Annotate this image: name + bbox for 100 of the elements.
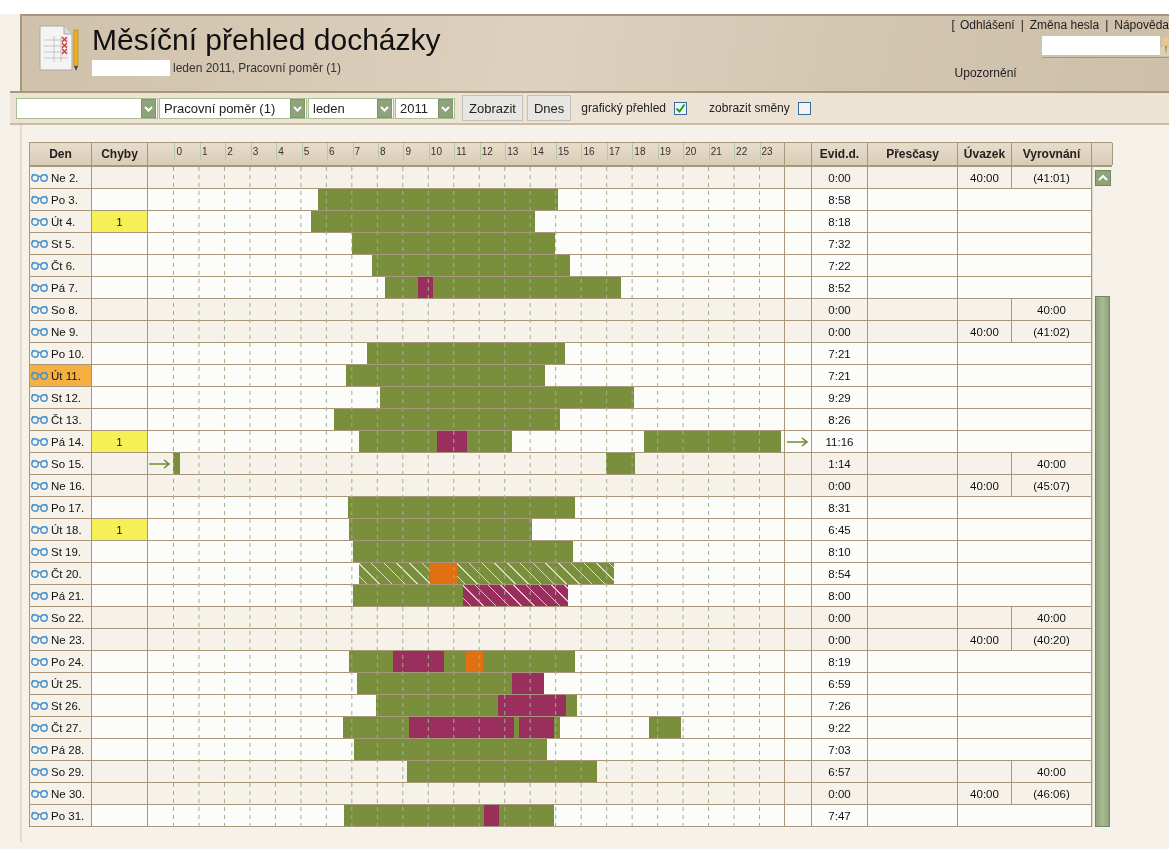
glasses-icon[interactable] <box>31 525 48 534</box>
column-header: Chyby <box>92 143 148 165</box>
glasses-icon[interactable] <box>31 547 48 556</box>
glasses-icon[interactable] <box>31 745 48 754</box>
day-cell[interactable]: Ne 23. <box>30 629 92 650</box>
scrollbar-thumb[interactable] <box>1095 296 1110 827</box>
day-label: Po 17. <box>51 501 85 514</box>
header-link[interactable]: Odhlášení <box>959 18 1015 32</box>
day-label: Ne 30. <box>51 787 85 800</box>
error-count: 1 <box>92 431 148 452</box>
header-link[interactable]: Změna hesla <box>1029 18 1100 32</box>
day-cell[interactable]: Čt 6. <box>30 255 92 276</box>
glasses-icon[interactable] <box>31 635 48 644</box>
table-cell: 8:31 <box>812 497 868 518</box>
glasses-icon[interactable] <box>31 723 48 732</box>
glasses-icon[interactable] <box>31 503 48 512</box>
day-cell[interactable]: Čt 13. <box>30 409 92 430</box>
day-cell[interactable]: Út 4. <box>30 211 92 232</box>
day-label: Po 31. <box>51 809 85 822</box>
day-cell[interactable]: Ne 16. <box>30 475 92 496</box>
day-cell[interactable]: Po 10. <box>30 343 92 364</box>
day-cell[interactable]: St 12. <box>30 387 92 408</box>
break-bar <box>436 431 468 452</box>
scroll-up-button[interactable] <box>1094 170 1111 186</box>
day-cell[interactable]: Ne 9. <box>30 321 92 342</box>
day-cell[interactable]: So 15. <box>30 453 92 474</box>
day-cell[interactable]: Po 3. <box>30 189 92 210</box>
glasses-icon[interactable] <box>31 261 48 270</box>
glasses-icon[interactable] <box>31 173 48 182</box>
dropdown[interactable]: leden <box>308 97 394 119</box>
glasses-icon[interactable] <box>31 789 48 798</box>
glasses-icon[interactable] <box>31 481 48 490</box>
day-cell[interactable]: Ne 30. <box>30 783 92 804</box>
table-cell: 7:22 <box>812 255 868 276</box>
work-bar <box>649 717 681 738</box>
toolbar-button[interactable]: Zobrazit <box>462 95 523 121</box>
day-label: Ne 23. <box>51 633 85 646</box>
day-cell[interactable]: Pá 21. <box>30 585 92 606</box>
day-cell[interactable]: So 8. <box>30 299 92 320</box>
day-cell[interactable]: St 26. <box>30 695 92 716</box>
glasses-icon[interactable] <box>31 327 48 336</box>
hour-label: 9 <box>403 143 411 160</box>
glasses-icon[interactable] <box>31 437 48 446</box>
glasses-icon[interactable] <box>31 657 48 666</box>
glasses-icon[interactable] <box>31 701 48 710</box>
table-cell: 8:19 <box>812 651 868 672</box>
glasses-icon[interactable] <box>31 239 48 248</box>
day-cell[interactable]: Út 18. <box>30 519 92 540</box>
glasses-icon[interactable] <box>31 591 48 600</box>
day-cell[interactable]: Út 11. <box>30 365 92 386</box>
glasses-icon[interactable] <box>31 415 48 424</box>
dropdown[interactable] <box>16 97 158 119</box>
day-label: Út 11. <box>51 369 81 382</box>
glasses-icon[interactable] <box>31 349 48 358</box>
day-cell[interactable]: Čt 27. <box>30 717 92 738</box>
table-cell: 8:26 <box>812 409 868 430</box>
work-bar <box>553 717 561 738</box>
table-cell: 8:54 <box>812 563 868 584</box>
day-cell[interactable]: Po 24. <box>30 651 92 672</box>
glasses-icon[interactable] <box>31 305 48 314</box>
day-cell[interactable]: So 29. <box>30 761 92 782</box>
hour-label: 8 <box>377 143 386 160</box>
day-cell[interactable]: Pá 28. <box>30 739 92 760</box>
glasses-icon[interactable] <box>31 217 48 226</box>
glasses-icon[interactable] <box>31 371 48 380</box>
glasses-icon[interactable] <box>31 393 48 402</box>
header-link[interactable]: Nápověda <box>1114 18 1169 32</box>
day-cell[interactable]: Pá 14. <box>30 431 92 452</box>
day-cell[interactable]: Po 17. <box>30 497 92 518</box>
day-cell[interactable]: Čt 20. <box>30 563 92 584</box>
glasses-icon[interactable] <box>31 811 48 820</box>
checklist-icon <box>36 24 80 72</box>
notice-link[interactable]: Upozornění <box>954 66 1017 80</box>
glasses-icon[interactable] <box>31 679 48 688</box>
day-label: Út 18. <box>51 523 82 536</box>
table-cell: 8:00 <box>812 585 868 606</box>
day-cell[interactable]: St 5. <box>30 233 92 254</box>
dropdown[interactable]: Pracovní poměr (1) <box>159 97 307 119</box>
day-cell[interactable]: So 22. <box>30 607 92 628</box>
checkbox[interactable] <box>797 101 811 115</box>
glasses-icon[interactable] <box>31 459 48 468</box>
day-label: Pá 21. <box>51 589 85 602</box>
scrollbar[interactable] <box>1092 167 1112 827</box>
table-cell: 8:18 <box>812 211 868 232</box>
table-cell: 7:21 <box>812 343 868 364</box>
glasses-icon[interactable] <box>31 569 48 578</box>
glasses-icon[interactable] <box>31 767 48 776</box>
glasses-icon[interactable] <box>31 613 48 622</box>
hour-label: 3 <box>250 143 259 160</box>
day-cell[interactable]: Pá 7. <box>30 277 92 298</box>
toolbar-button[interactable]: Dnes <box>526 95 572 121</box>
checkbox[interactable] <box>674 101 688 115</box>
day-cell[interactable]: St 19. <box>30 541 92 562</box>
day-cell[interactable]: Út 25. <box>30 673 92 694</box>
dropdown[interactable]: 2011 <box>395 97 455 119</box>
glasses-icon[interactable] <box>31 283 48 292</box>
day-cell[interactable]: Po 31. <box>30 805 92 826</box>
hour-label: 4 <box>276 143 284 160</box>
day-cell[interactable]: Ne 2. <box>30 167 92 188</box>
glasses-icon[interactable] <box>31 195 48 204</box>
